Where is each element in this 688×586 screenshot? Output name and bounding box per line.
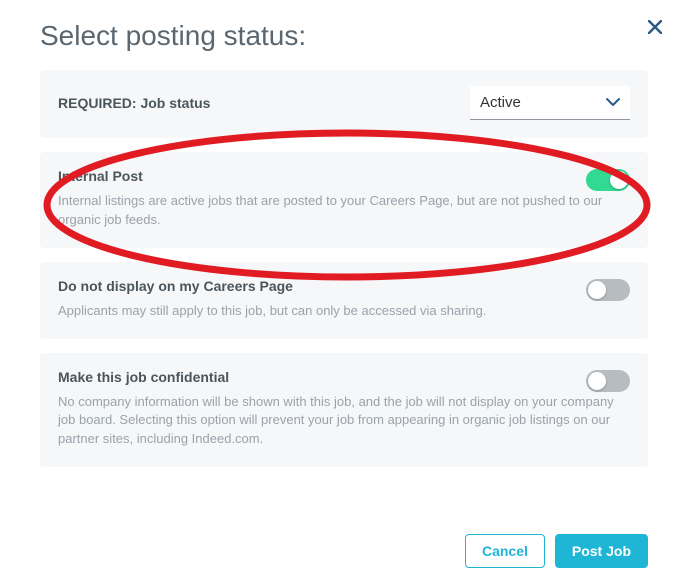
job-status-value: Active bbox=[480, 94, 521, 111]
option-desc: No company information will be shown wit… bbox=[58, 393, 630, 450]
toggle-knob bbox=[588, 281, 606, 299]
toggle-confidential[interactable] bbox=[586, 370, 630, 392]
option-desc: Internal listings are active jobs that a… bbox=[58, 192, 630, 230]
option-no-careers-display: Do not display on my Careers Page Applic… bbox=[40, 262, 648, 339]
option-internal-post: Internal Post Internal listings are acti… bbox=[40, 152, 648, 248]
toggle-knob bbox=[588, 372, 606, 390]
option-title: Do not display on my Careers Page bbox=[58, 278, 293, 294]
option-desc: Applicants may still apply to this job, … bbox=[58, 302, 630, 321]
modal-footer: Cancel Post Job bbox=[40, 522, 648, 568]
option-title: Make this job confidential bbox=[58, 369, 229, 385]
option-title: Internal Post bbox=[58, 168, 143, 184]
cancel-button[interactable]: Cancel bbox=[465, 534, 545, 568]
toggle-internal-post[interactable] bbox=[586, 169, 630, 191]
required-label: REQUIRED: Job status bbox=[58, 95, 210, 111]
option-confidential: Make this job confidential No company in… bbox=[40, 353, 648, 468]
toggle-knob bbox=[610, 171, 628, 189]
close-icon[interactable] bbox=[648, 18, 662, 39]
post-job-button[interactable]: Post Job bbox=[555, 534, 648, 568]
job-status-select[interactable]: Active bbox=[470, 86, 630, 120]
modal-title: Select posting status: bbox=[40, 20, 648, 52]
chevron-down-icon bbox=[606, 94, 620, 112]
posting-status-modal: Select posting status: REQUIRED: Job sta… bbox=[0, 0, 688, 586]
toggle-no-careers-display[interactable] bbox=[586, 279, 630, 301]
required-job-status-card: REQUIRED: Job status Active bbox=[40, 70, 648, 138]
